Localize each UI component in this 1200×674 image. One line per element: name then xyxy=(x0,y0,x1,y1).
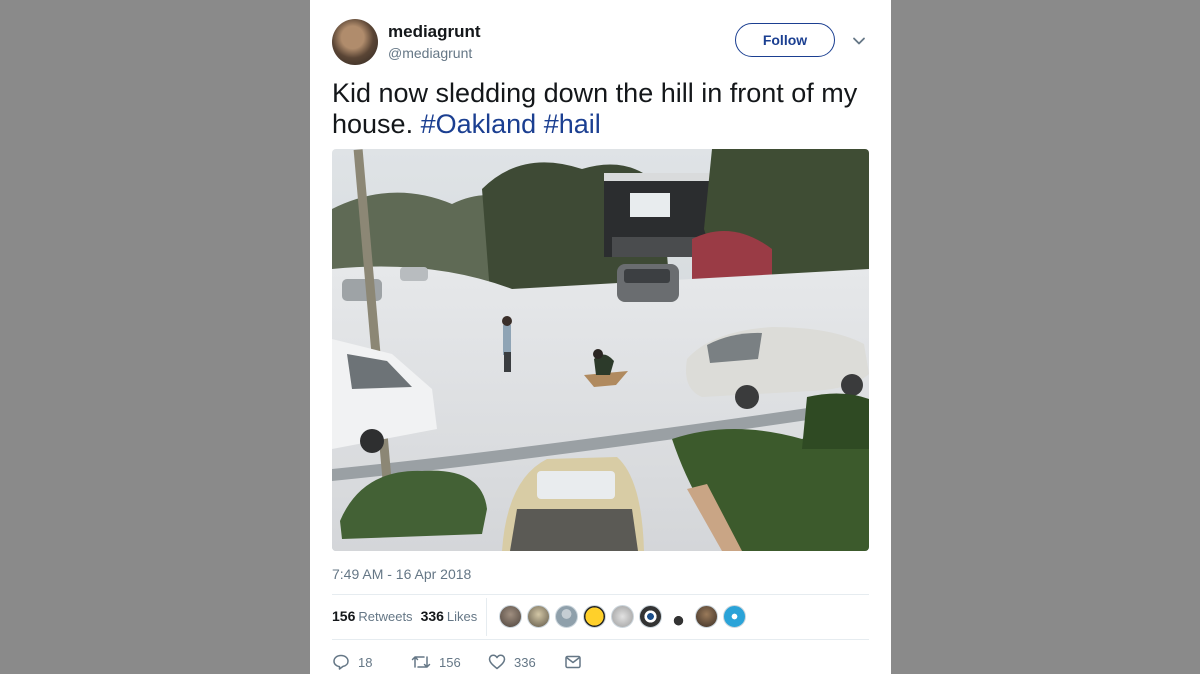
retweets-count: 156 xyxy=(332,608,356,624)
liker-avatar[interactable] xyxy=(695,605,718,628)
divider xyxy=(332,639,869,640)
heart-icon xyxy=(488,654,506,670)
envelope-icon xyxy=(565,655,581,669)
tweet-text: Kid now sledding down the hill in front … xyxy=(332,78,872,140)
engagement-stats: 156 Retweets 336 Likes xyxy=(332,608,477,624)
follow-button[interactable]: Follow xyxy=(735,23,835,57)
like-action[interactable]: 336 xyxy=(488,652,536,672)
liker-avatar[interactable] xyxy=(499,605,522,628)
liker-avatar[interactable] xyxy=(583,605,606,628)
divider xyxy=(332,594,869,595)
hashtag-oakland[interactable]: #Oakland xyxy=(421,109,537,139)
reply-action[interactable]: 18 xyxy=(332,652,372,672)
retweets-stat[interactable]: 156 Retweets xyxy=(332,608,413,624)
liker-avatar[interactable] xyxy=(527,605,550,628)
reply-icon xyxy=(333,654,349,670)
tweet-timestamp[interactable]: 7:49 AM - 16 Apr 2018 xyxy=(332,566,471,582)
liker-avatar[interactable] xyxy=(667,605,690,628)
liker-avatar[interactable] xyxy=(639,605,662,628)
tweet-photo[interactable] xyxy=(332,149,869,551)
liker-avatar[interactable] xyxy=(611,605,634,628)
likes-stat[interactable]: 336 Likes xyxy=(420,608,478,624)
reply-count: 18 xyxy=(358,654,373,670)
author-name[interactable]: mediagrunt xyxy=(388,22,481,42)
likes-count: 336 xyxy=(420,608,444,624)
retweet-icon xyxy=(411,656,431,668)
liker-avatars xyxy=(499,605,746,629)
direct-message-action[interactable] xyxy=(564,652,590,672)
retweet-count: 156 xyxy=(439,654,461,670)
like-count: 336 xyxy=(514,654,536,670)
hashtag-hail[interactable]: #hail xyxy=(544,109,601,139)
author-handle[interactable]: @mediagrunt xyxy=(388,45,472,61)
liker-avatar[interactable] xyxy=(723,605,746,628)
tweet-card: mediagrunt @mediagrunt Follow Kid now sl… xyxy=(310,0,891,674)
retweet-action[interactable]: 156 xyxy=(411,652,461,672)
stats-separator xyxy=(486,598,487,636)
hail-street-photo xyxy=(332,149,869,551)
likes-label: Likes xyxy=(446,609,478,624)
liker-avatar[interactable] xyxy=(555,605,578,628)
retweets-label: Retweets xyxy=(358,609,413,624)
author-avatar[interactable] xyxy=(332,19,378,65)
chevron-down-icon[interactable] xyxy=(850,32,868,50)
